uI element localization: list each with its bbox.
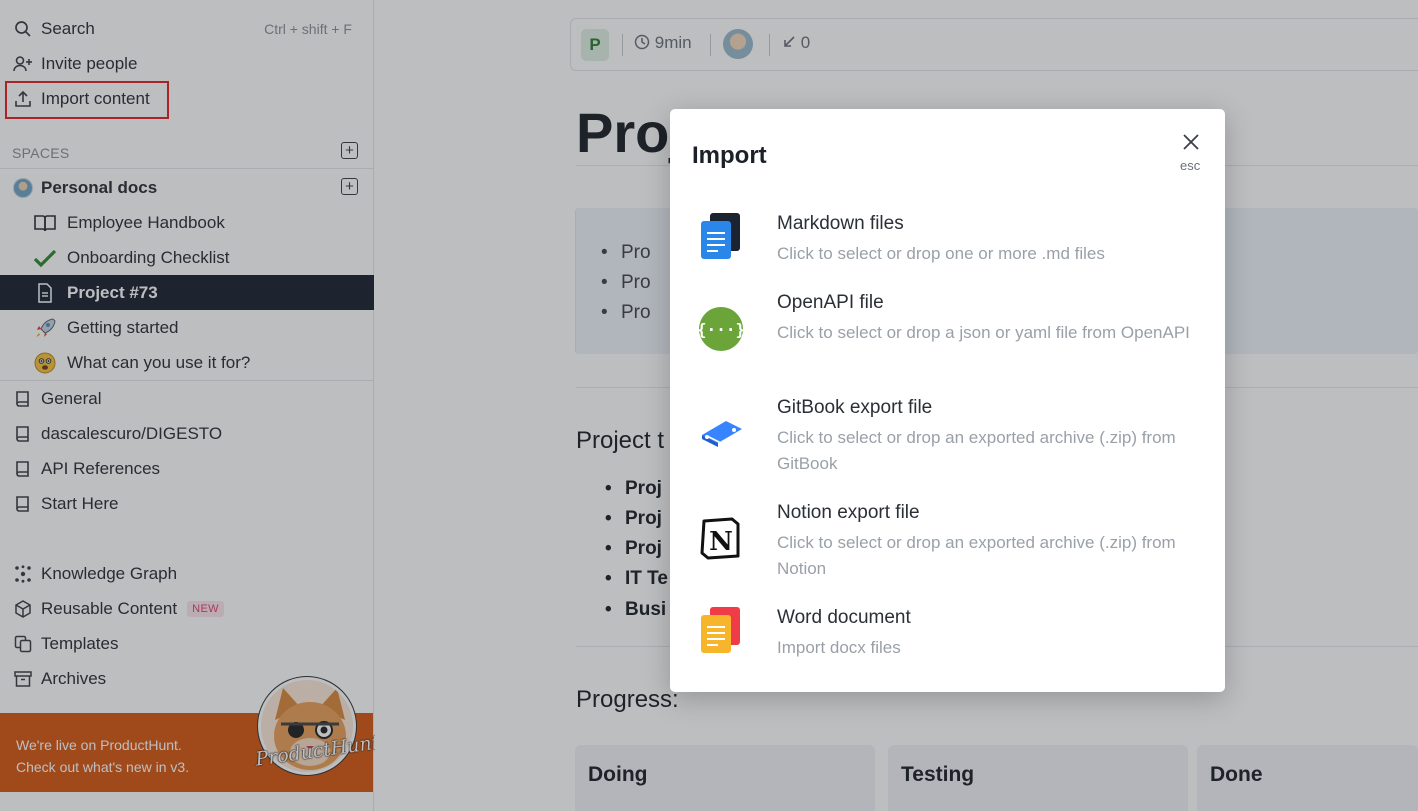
import-markdown-option[interactable]: Markdown files Click to select or drop o…: [670, 213, 1225, 279]
close-icon: [1183, 134, 1199, 150]
option-description: Click to select or drop a json or yaml f…: [777, 323, 1190, 342]
import-gitbook-option[interactable]: GitBook export file Click to select or d…: [670, 397, 1225, 489]
dialog-title: Import: [692, 142, 767, 169]
option-title: Notion export file: [777, 502, 920, 523]
gitbook-icon: [698, 411, 744, 461]
option-description: Click to select or drop an exported arch…: [777, 428, 1176, 473]
notion-icon: N: [698, 516, 744, 566]
word-document-icon: [698, 607, 744, 657]
option-title: OpenAPI file: [777, 292, 884, 313]
option-title: GitBook export file: [777, 397, 933, 418]
option-description: Click to select or drop an exported arch…: [777, 533, 1176, 578]
option-description: Click to select or drop one or more .md …: [777, 244, 1105, 263]
svg-text:N: N: [709, 527, 733, 557]
option-title: Word document: [777, 607, 911, 628]
svg-text:{···}: {···}: [698, 320, 744, 339]
openapi-icon: {···}: [697, 306, 745, 356]
import-notion-option[interactable]: N Notion export file Click to select or …: [670, 502, 1225, 594]
option-title: Markdown files: [777, 213, 904, 234]
import-dialog: Import esc Markdown files Click to selec…: [670, 109, 1225, 692]
markdown-file-icon: [698, 213, 744, 263]
option-description: Import docx files: [777, 638, 901, 657]
import-word-option[interactable]: Word document Import docx files: [670, 607, 1225, 673]
import-openapi-option[interactable]: {···} OpenAPI file Click to select or dr…: [670, 292, 1225, 384]
close-button[interactable]: [1180, 131, 1202, 153]
esc-hint: esc: [1180, 158, 1201, 173]
